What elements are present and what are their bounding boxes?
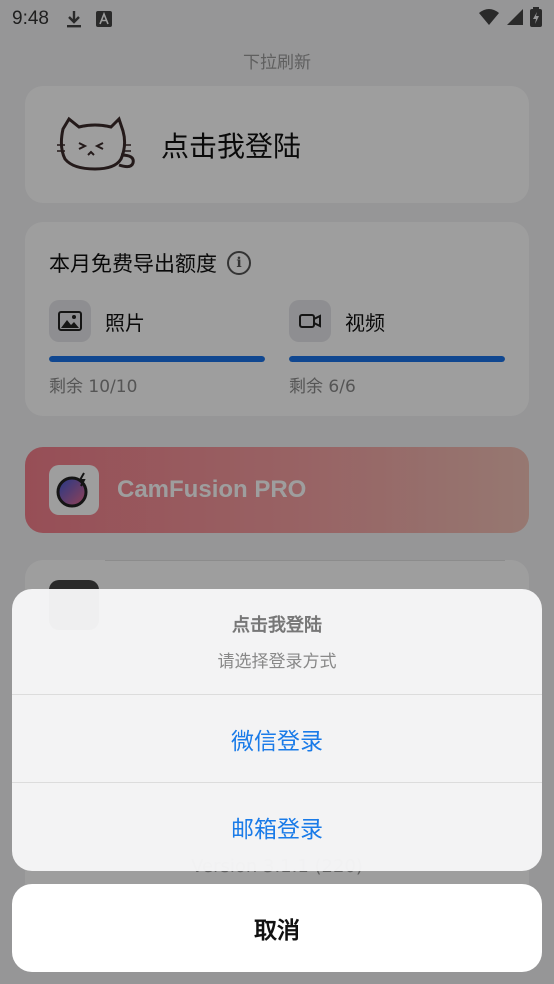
action-sheet-header: 点击我登陆 请选择登录方式 [12,589,542,695]
email-login-button[interactable]: 邮箱登录 [12,783,542,871]
cancel-button[interactable]: 取消 [12,884,542,972]
wechat-login-button[interactable]: 微信登录 [12,695,542,783]
login-action-sheet: 点击我登陆 请选择登录方式 微信登录 邮箱登录 [12,589,542,871]
action-sheet-subtitle: 请选择登录方式 [217,652,337,672]
action-sheet-title: 点击我登陆 [232,615,322,636]
